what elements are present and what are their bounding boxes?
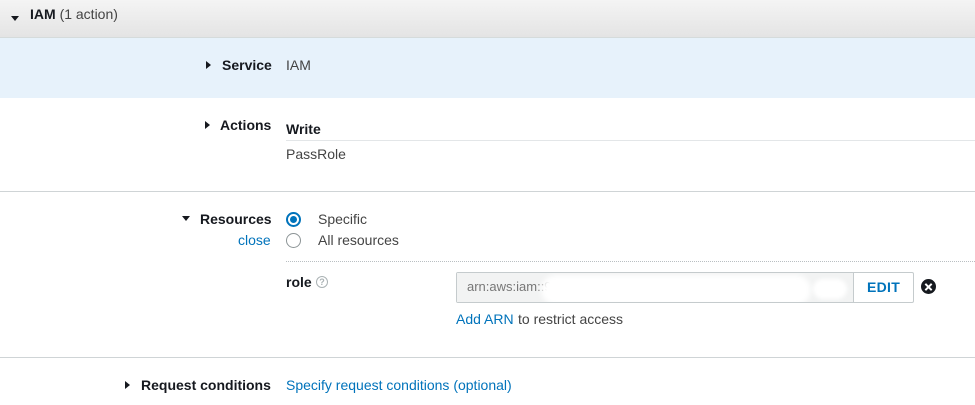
service-row — [0, 38, 975, 98]
panel-title-text: IAM — [30, 6, 56, 22]
role-label: role — [286, 274, 312, 290]
add-arn-suffix: to restrict access — [518, 311, 624, 327]
panel-title: IAM (1 action) — [30, 6, 118, 22]
redaction-mark-small — [817, 283, 843, 295]
actions-divider — [286, 140, 975, 141]
section-divider-2 — [0, 357, 975, 358]
iam-panel-header[interactable]: IAM (1 action) — [0, 0, 975, 38]
resources-dotted-divider — [286, 261, 975, 262]
actions-item: PassRole — [286, 146, 346, 162]
add-arn-link[interactable]: Add ARN — [456, 311, 514, 327]
request-conditions-expand-caret-icon[interactable] — [125, 381, 130, 389]
redaction-mark — [547, 281, 805, 299]
remove-arn-icon[interactable] — [921, 279, 936, 294]
resources-label[interactable]: Resources — [200, 211, 272, 227]
resources-close-link[interactable]: close — [238, 232, 271, 248]
actions-group-heading: Write — [286, 121, 321, 137]
request-conditions-link[interactable]: Specify request conditions (optional) — [286, 377, 512, 393]
collapse-caret-icon[interactable] — [11, 16, 19, 21]
resources-collapse-caret-icon[interactable] — [182, 216, 190, 221]
actions-expand-caret-icon[interactable] — [205, 121, 210, 129]
service-value: IAM — [286, 57, 311, 73]
service-expand-caret-icon[interactable] — [206, 61, 211, 69]
radio-specific[interactable] — [286, 212, 301, 227]
radio-all-resources[interactable] — [286, 233, 301, 248]
arn-input[interactable]: arn:aws:iam::96 ... — [457, 273, 854, 302]
section-divider — [0, 191, 975, 192]
arn-field: arn:aws:iam::96 ... EDIT — [456, 272, 914, 303]
edit-arn-button[interactable]: EDIT — [854, 273, 913, 302]
radio-all-resources-label[interactable]: All resources — [318, 232, 399, 248]
service-label[interactable]: Service — [222, 57, 272, 73]
request-conditions-label[interactable]: Request conditions — [141, 377, 271, 393]
actions-label[interactable]: Actions — [220, 117, 271, 133]
panel-action-count: (1 action) — [59, 6, 118, 22]
help-icon[interactable]: ? — [316, 276, 328, 288]
radio-specific-label[interactable]: Specific — [318, 211, 367, 227]
